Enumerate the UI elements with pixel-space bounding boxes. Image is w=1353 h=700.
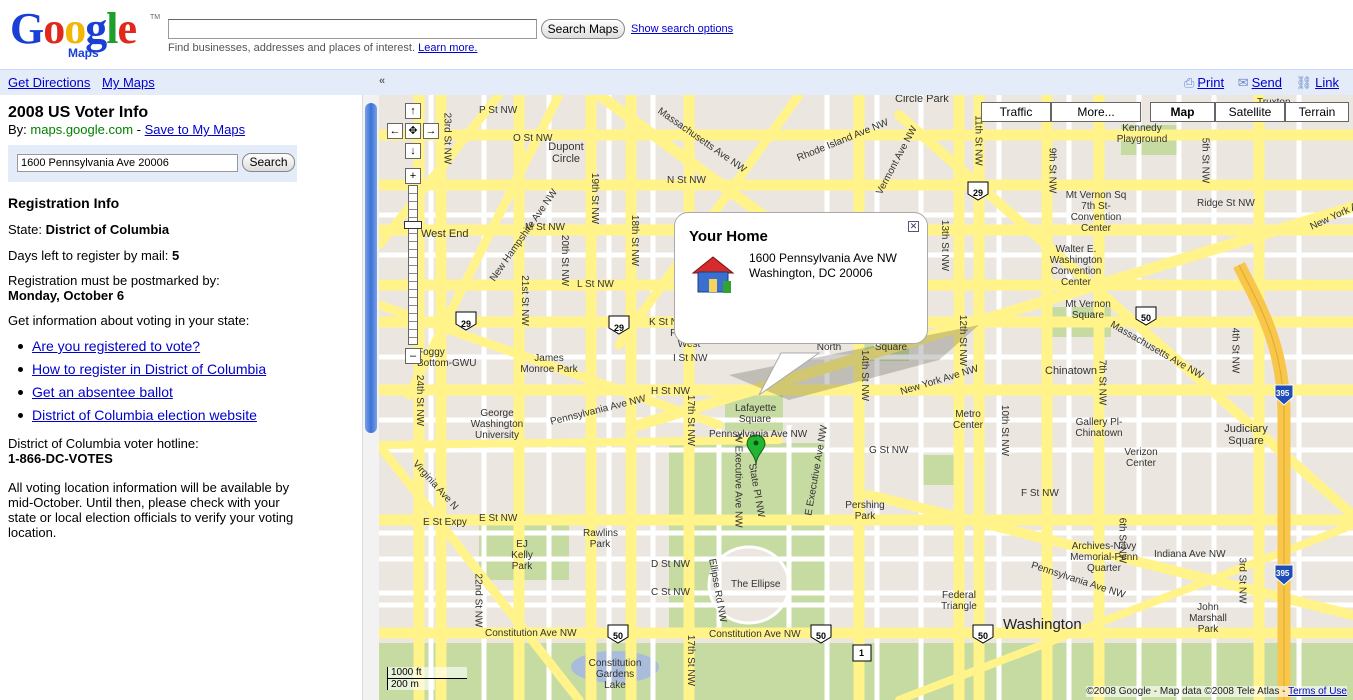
send-link[interactable]: Send — [1252, 75, 1282, 90]
voter-links: Are you registered to vote? How to regis… — [17, 338, 266, 430]
address-search-box: 1600 Pennsylvania Ave 20006 Search — [8, 145, 297, 182]
registered-to-vote-link[interactable]: Are you registered to vote? — [32, 338, 200, 354]
info-window-title: Your Home — [689, 228, 768, 245]
zoom-slider-track[interactable] — [408, 185, 418, 345]
zoom-in-button[interactable]: + — [405, 168, 421, 184]
learn-more-link[interactable]: Learn more. — [418, 42, 477, 54]
panel-title: 2008 US Voter Info — [8, 104, 149, 121]
more-button[interactable]: More... — [1051, 102, 1141, 122]
logo-sub: Maps — [68, 46, 99, 60]
pan-center-button[interactable]: ✥ — [405, 123, 421, 139]
address-search-button[interactable]: Search — [242, 153, 295, 172]
absentee-ballot-link[interactable]: Get an absentee ballot — [32, 384, 173, 400]
link-icon: ⛓ — [1295, 75, 1313, 90]
info-text: Get information about voting in your sta… — [8, 313, 250, 328]
zoom-out-button[interactable]: – — [405, 348, 421, 364]
print-icon: ⎙ — [1183, 75, 1195, 90]
pan-up-button[interactable]: ↑ — [405, 103, 421, 119]
search-hint: Find businesses, addresses and places of… — [168, 42, 478, 54]
list-item: Are you registered to vote? — [17, 338, 266, 361]
pan-right-button[interactable]: → — [423, 123, 439, 139]
panel-scrollbar[interactable] — [362, 95, 379, 700]
scrollbar-thumb[interactable] — [365, 103, 377, 433]
hotline: District of Columbia voter hotline: 1-866… — [8, 436, 199, 466]
get-directions-link[interactable]: Get Directions — [8, 75, 90, 90]
send-icon: ✉ — [1237, 75, 1249, 90]
info-window-address: 1600 Pennsylvania Ave NW Washington, DC 2… — [749, 251, 897, 280]
map-type-map-button[interactable]: Map — [1150, 102, 1215, 122]
election-website-link[interactable]: District of Columbia election website — [32, 407, 257, 423]
byline: By: maps.google.com - Save to My Maps — [8, 122, 246, 137]
house-icon — [691, 256, 735, 293]
collapse-panel-icon[interactable]: « — [379, 75, 385, 87]
header: Google TM Maps Search Maps Show search o… — [0, 0, 1353, 68]
map-copyright: ©2008 Google - Map data ©2008 Tele Atlas… — [1086, 686, 1347, 697]
how-to-register-link[interactable]: How to register in District of Columbia — [32, 361, 266, 377]
print-link[interactable]: Print — [1197, 75, 1224, 90]
address-input[interactable]: 1600 Pennsylvania Ave 20006 — [17, 154, 238, 172]
list-item: Get an absentee ballot — [17, 384, 266, 407]
footer-note: All voting location information will be … — [8, 480, 294, 540]
zoom-slider-handle[interactable] — [404, 221, 422, 229]
map-canvas[interactable]: P St NW O St NW N St NW M St NW L St NW … — [379, 95, 1353, 700]
search-input[interactable] — [168, 19, 537, 39]
pan-down-button[interactable]: ↓ — [405, 143, 421, 159]
save-to-my-maps-link[interactable]: Save to My Maps — [145, 122, 245, 137]
link-link[interactable]: Link — [1315, 75, 1339, 90]
postmark-line: Registration must be postmarked by: Monda… — [8, 273, 220, 303]
my-maps-link[interactable]: My Maps — [102, 75, 155, 90]
list-item: District of Columbia election website — [17, 407, 266, 430]
scale-bar: 1000 ft 200 m — [387, 667, 467, 690]
list-item: How to register in District of Columbia — [17, 361, 266, 384]
terms-of-use-link[interactable]: Terms of Use — [1288, 686, 1347, 697]
map-type-satellite-button[interactable]: Satellite — [1215, 102, 1285, 122]
state-line: State: District of Columbia — [8, 222, 170, 237]
map-type-terrain-button[interactable]: Terrain — [1285, 102, 1349, 122]
close-icon[interactable]: ✕ — [908, 221, 919, 232]
left-panel: 2008 US Voter Info By: maps.google.com -… — [0, 95, 362, 700]
info-window[interactable]: Your Home ✕ 1600 Pennsylvania Ave NW Wash… — [674, 212, 928, 344]
days-left-line: Days left to register by mail: 5 — [8, 248, 180, 263]
search-maps-button[interactable]: Search Maps — [541, 19, 625, 39]
google-maps-logo[interactable]: Google TM Maps — [8, 4, 160, 62]
section-heading: Registration Info — [8, 195, 120, 211]
toolbar: Get Directions My Maps « ⎙ Print ✉ Send ⛓ L… — [0, 69, 1353, 95]
traffic-button[interactable]: Traffic — [981, 102, 1051, 122]
pan-left-button[interactable]: ← — [387, 123, 403, 139]
show-search-options-link[interactable]: Show search options — [631, 23, 733, 35]
